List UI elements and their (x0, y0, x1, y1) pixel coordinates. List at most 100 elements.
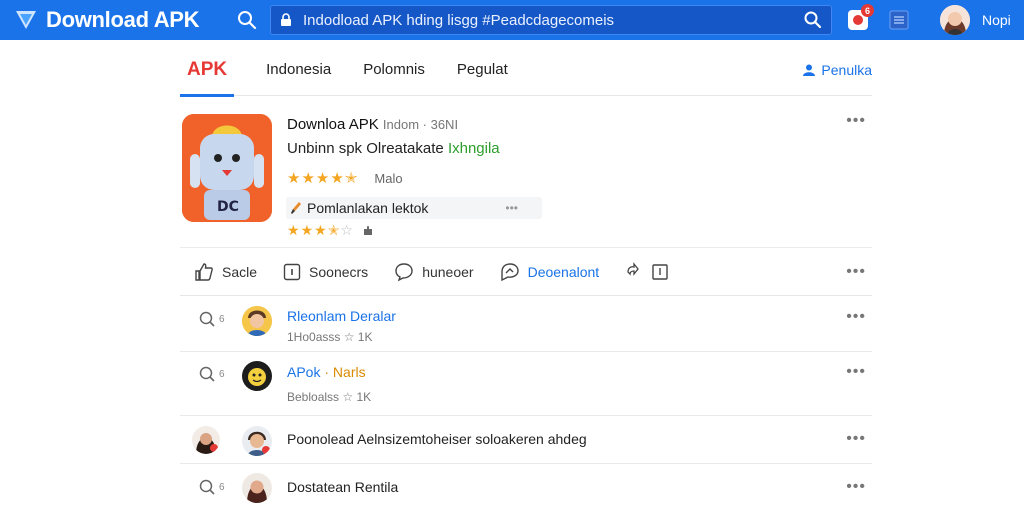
star-rating-2: ★★★✭☆ (287, 222, 354, 239)
row-more-button[interactable]: ••• (846, 308, 866, 326)
menu-icon[interactable] (888, 9, 910, 31)
star-icon: ★ (287, 170, 302, 187)
promo-chip-dots[interactable]: ••• (505, 201, 518, 215)
star-icon: ★ (315, 170, 331, 187)
app-rating-primary: ★★★★✭ Malo (287, 169, 403, 187)
row-lead-count: 6 (219, 313, 225, 325)
info-box-icon (283, 263, 301, 280)
star-icon: ✭ (327, 222, 341, 238)
avatar-portrait-icon (242, 473, 272, 503)
profile-link-label: Penulka (821, 61, 872, 78)
app-subtitle-highlight: Ixhngila (447, 140, 500, 157)
row-more-button[interactable]: ••• (846, 478, 866, 496)
react-icon (627, 261, 668, 280)
sources-button[interactable]: Soonecrs (283, 263, 368, 281)
row-meta: 1Ho0asss ☆ 1K (287, 330, 373, 344)
rating-label: Malo (374, 170, 403, 186)
category-tabs: APK Indonesia Polomnis Pegulat Penulka (180, 44, 872, 97)
robot-mascot-icon: DC (182, 114, 272, 222)
search-icon (199, 311, 215, 327)
share-icon (500, 262, 519, 281)
top-header: Download APK 6 N (0, 0, 1024, 40)
row-name[interactable]: Rleonlam Deralar (287, 308, 396, 324)
list-item[interactable]: 6 Dostatean Rentila ••• (180, 464, 872, 510)
row-name-separator: · (320, 364, 333, 380)
tab-pegulat[interactable]: Pegulat (457, 44, 508, 96)
list-item[interactable]: 6 Rleonlam Deralar 1Ho0asss ☆ 1K ••• (180, 296, 872, 352)
star-icon: ★ (301, 170, 316, 187)
row-name-extra[interactable]: Narls (333, 364, 366, 380)
row-lead-count: 6 (219, 368, 225, 380)
search-bar[interactable] (270, 5, 832, 35)
row-search-lead[interactable]: 6 (198, 365, 225, 383)
brand[interactable]: Download APK (14, 7, 214, 33)
svg-text:DC: DC (217, 199, 239, 215)
avatar[interactable] (242, 306, 272, 336)
download-logo-icon (16, 11, 36, 29)
app-subtitle: Unbinn spk Olreatakate (287, 140, 444, 157)
list-item[interactable]: Poonolead Aelnsizemtoheiser soloakeren a… (180, 416, 872, 464)
row-name-text: Poonolead Aelnsizemtoheiser soloakeren a… (287, 431, 587, 447)
avatar-portrait-icon (242, 426, 272, 456)
comment-icon (395, 262, 413, 281)
sources-label: Soonecrs (309, 263, 369, 280)
user-avatar[interactable] (940, 5, 970, 35)
row-meta: Bebloalss ☆ 1K (287, 390, 372, 404)
search-submit-icon[interactable] (803, 10, 823, 30)
avatar[interactable] (242, 361, 272, 391)
search-icon (199, 479, 215, 495)
like-button[interactable]: Sacle (194, 262, 257, 282)
notification-badge: 6 (861, 4, 874, 17)
star-icon: ★ (300, 222, 315, 238)
notification-button[interactable]: 6 (846, 4, 874, 33)
avatar[interactable] (242, 426, 272, 456)
share-button[interactable]: Deoenalont (500, 262, 599, 282)
comment-button[interactable]: huneoer (394, 262, 474, 282)
search-icon (199, 366, 215, 382)
comment-label: huneoer (422, 263, 474, 280)
user-name[interactable]: Nopi (982, 12, 1011, 28)
search-input[interactable] (303, 11, 803, 29)
tab-apk[interactable]: APK (180, 44, 235, 97)
brand-title: Download APK (46, 7, 200, 32)
star-icon: ★ (287, 222, 301, 238)
star-icon: ✭ (344, 170, 359, 187)
app-card-more-button[interactable]: ••• (846, 112, 866, 130)
person-icon (803, 64, 816, 76)
brush-icon (291, 202, 301, 214)
app-title-extra: Indom · 36NI (382, 117, 459, 132)
row-name[interactable]: Poonolead Aelnsizemtoheiser soloakeren a… (287, 431, 587, 447)
avatar[interactable] (192, 426, 220, 454)
react-button[interactable] (625, 261, 679, 282)
list-item[interactable]: 6 APok · Narls Bebloalss ☆ 1K ••• (180, 352, 872, 416)
thumbs-up-icon (195, 262, 213, 281)
avatar[interactable] (242, 473, 272, 503)
star-rating-1: ★★★★✭ (287, 169, 358, 187)
profile-link[interactable]: Penulka (802, 62, 872, 78)
promo-chip[interactable]: Pomlanlakan lektok ••• (286, 197, 542, 219)
tab-polomnis[interactable]: Polomnis (363, 44, 425, 96)
avatar-portrait-icon (242, 306, 272, 336)
promo-chip-label: Pomlanlakan lektok (307, 200, 429, 216)
tab-indonesia[interactable]: Indonesia (266, 44, 331, 96)
app-title[interactable]: Downloa APK (287, 116, 379, 133)
avatar-portrait-icon (192, 426, 220, 454)
row-name[interactable]: APok (287, 364, 320, 380)
row-more-button[interactable]: ••• (846, 363, 866, 381)
star-icon: ★ (314, 222, 328, 238)
app-title-line: Downloa APK Indom · 36NI (287, 116, 458, 133)
avatar-mascot-icon (242, 361, 272, 391)
row-more-button[interactable]: ••• (846, 430, 866, 448)
row-lead-count: 6 (219, 481, 225, 493)
row-search-lead[interactable]: 6 (198, 310, 225, 328)
row-search-lead[interactable]: 6 (198, 478, 225, 496)
action-bar-more-button[interactable]: ••• (846, 263, 866, 281)
app-icon[interactable]: DC (182, 114, 272, 222)
search-icon[interactable] (236, 9, 258, 31)
star-icon: ☆ (340, 222, 354, 238)
app-card: DC Downloa APK Indom · 36NI Unbinn spk O… (180, 100, 872, 248)
puzzle-icon (363, 225, 372, 235)
row-name[interactable]: Dostatean Rentila (287, 479, 398, 495)
star-icon: ★ (330, 170, 345, 187)
user-portrait-icon (940, 5, 970, 35)
